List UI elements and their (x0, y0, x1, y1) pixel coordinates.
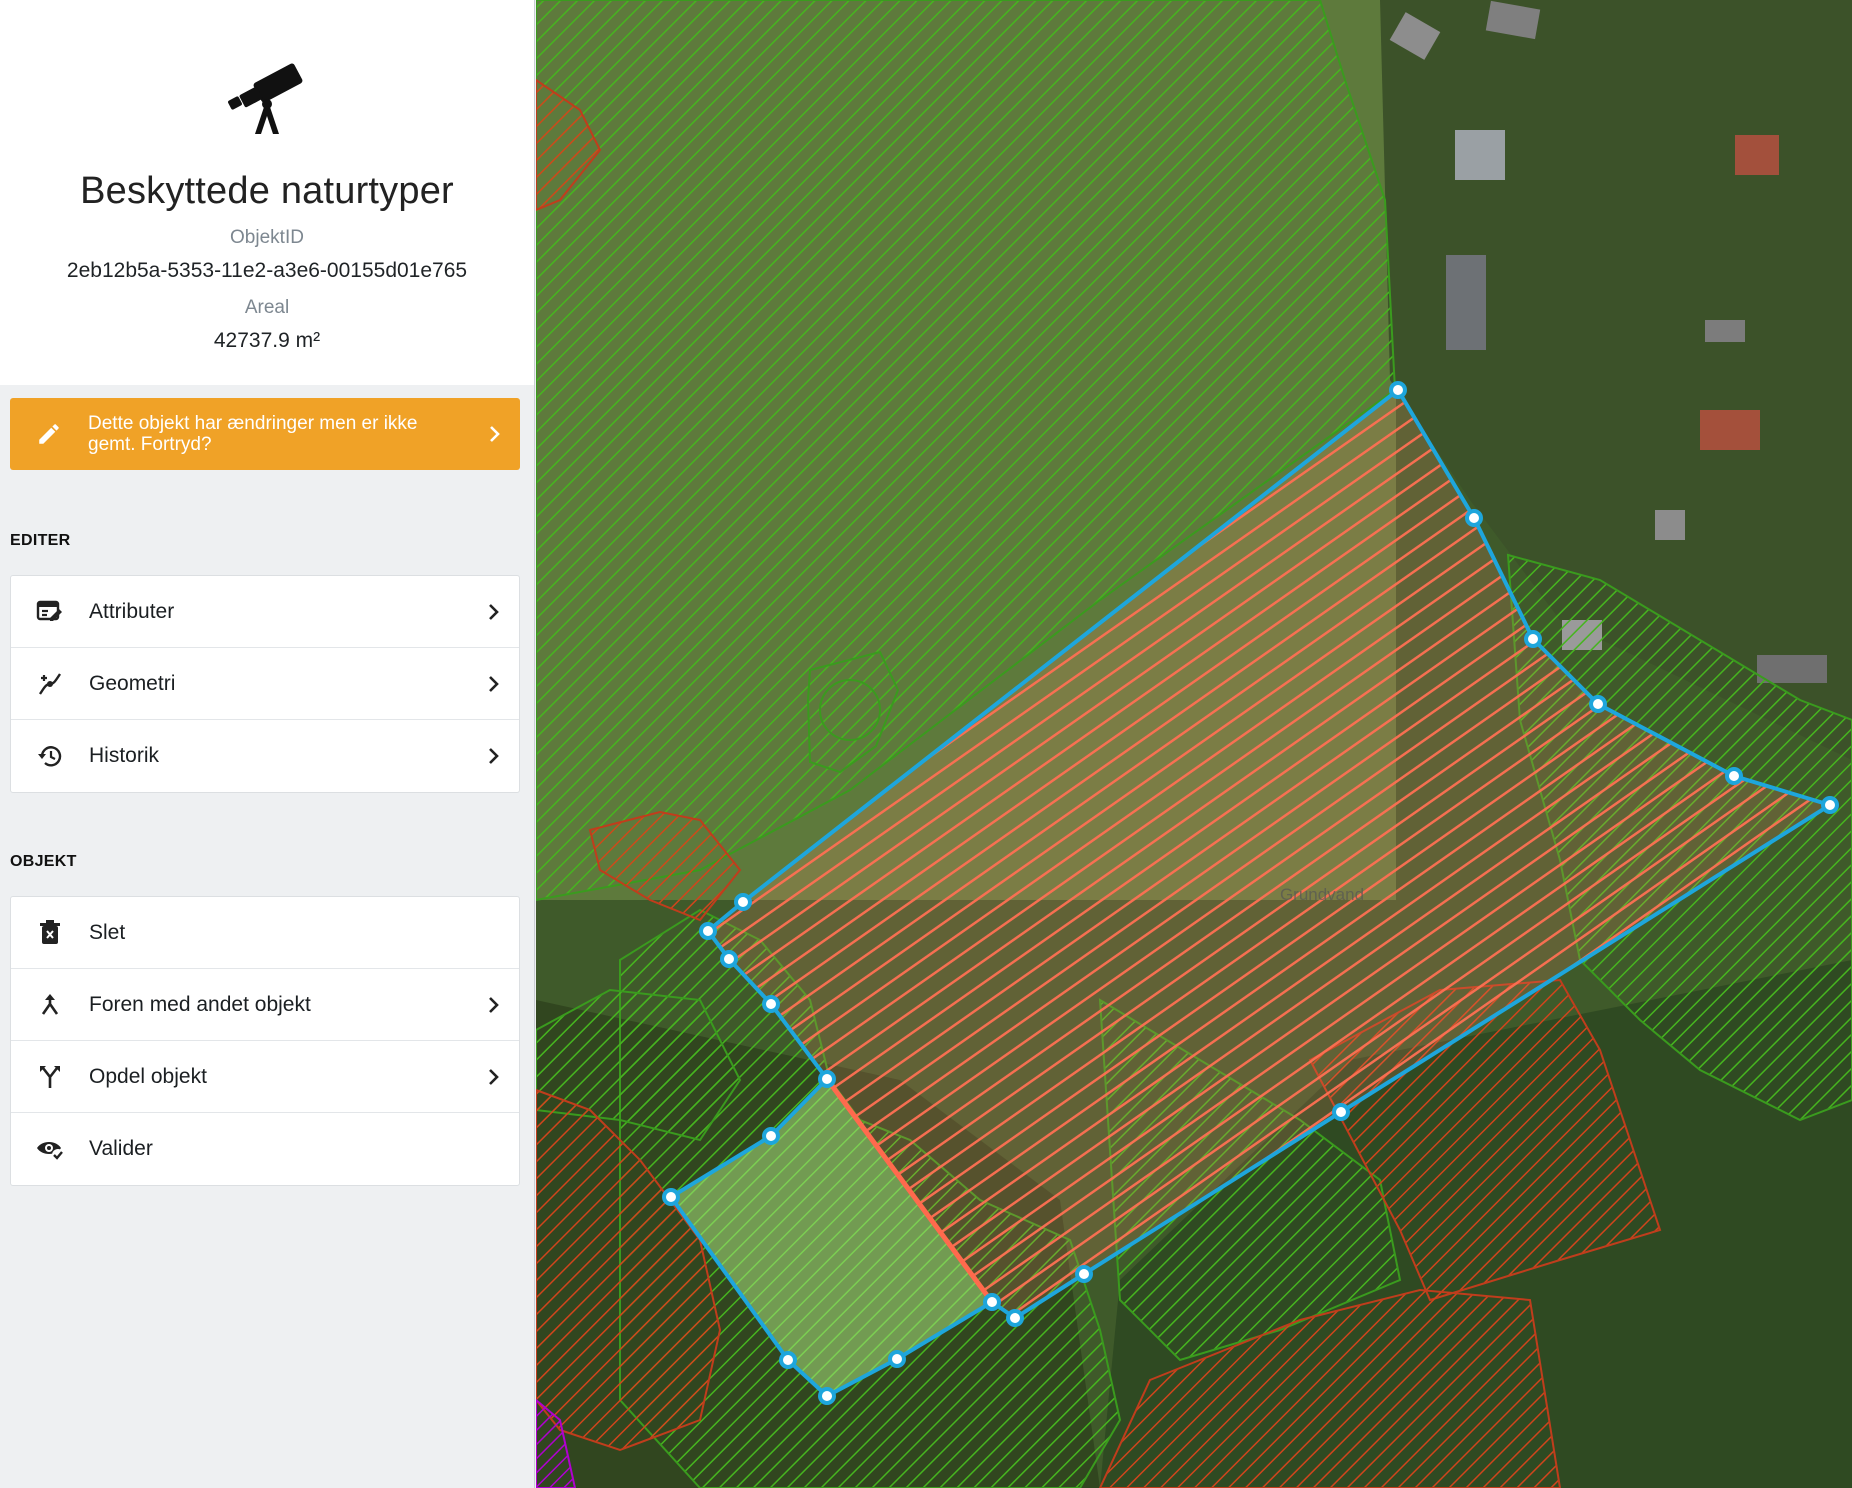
menu-item-geometry[interactable]: Geometri (11, 648, 519, 720)
vertex-handle (662, 1188, 680, 1206)
vertex-handle (1075, 1265, 1093, 1283)
vertex-handle (762, 995, 780, 1013)
chevron-right-icon (469, 746, 519, 766)
area-value: 42737.9 m² (213, 329, 321, 352)
vertex-handle (1006, 1309, 1024, 1327)
pencil-icon (10, 421, 88, 447)
vertex-handle (818, 1070, 836, 1088)
object-menu: Slet Foren med andet objekt Opdel objekt (10, 896, 520, 1186)
edit-menu: Attributer Geometri Historik (10, 575, 520, 793)
banner-text: Dette objekt har ændringer men er ikke g… (88, 413, 418, 455)
telescope-icon (228, 63, 303, 134)
menu-label-merge: Foren med andet objekt (89, 992, 311, 1016)
menu-label-split: Opdel objekt (89, 1064, 207, 1088)
vertex-handle (983, 1293, 1001, 1311)
map-feature-label: Grundvand (1280, 885, 1364, 904)
menu-label-geometry: Geometri (89, 671, 176, 695)
menu-label-history: Historik (89, 744, 160, 767)
menu-label-validate: Valider (89, 1137, 153, 1160)
vertex-handle (1465, 509, 1483, 527)
object-id-label: ObjektID (230, 227, 304, 248)
vertex-handle (1821, 796, 1839, 814)
attribute-edit-icon (11, 599, 89, 625)
menu-item-attributes[interactable]: Attributer (11, 576, 519, 648)
vertex-handle (1725, 767, 1743, 785)
validate-eye-icon (11, 1137, 89, 1161)
merge-icon (11, 992, 89, 1018)
history-icon (11, 743, 89, 769)
trash-icon (11, 919, 89, 946)
vertex-handle (762, 1127, 780, 1145)
menu-item-merge[interactable]: Foren med andet objekt (11, 969, 519, 1041)
area-label: Areal (244, 297, 290, 318)
map-canvas[interactable]: Grundvand (536, 0, 1852, 1488)
vertex-handle (720, 950, 738, 968)
vertex-handle (734, 893, 752, 911)
object-header: Beskyttede naturtyper ObjektID 2eb12b5a-… (0, 0, 534, 385)
edit-section-title: EDITER (10, 532, 71, 549)
vertex-handle (699, 922, 717, 940)
app-root: Beskyttede naturtyper ObjektID 2eb12b5a-… (0, 0, 1852, 1488)
vertex-handle (1332, 1103, 1350, 1121)
split-icon (11, 1064, 89, 1090)
menu-item-delete[interactable]: Slet (11, 897, 519, 969)
vertex-handle (1589, 695, 1607, 713)
menu-label-delete: Slet (89, 920, 126, 944)
vertex-handle (888, 1350, 906, 1368)
menu-label-attributes: Attributer (89, 599, 175, 623)
geometry-draw-icon (11, 670, 89, 698)
chevron-right-icon (469, 1067, 519, 1087)
vertex-handle (1524, 630, 1542, 648)
object-section-title: OBJEKT (10, 853, 77, 870)
chevron-right-icon (469, 995, 519, 1015)
chevron-right-icon (469, 602, 519, 622)
page-title: Beskyttede naturtyper (80, 170, 454, 212)
object-id-value: 2eb12b5a-5353-11e2-a3e6-00155d01e765 (66, 259, 468, 282)
vertex-handle (818, 1387, 836, 1405)
chevron-right-icon (470, 424, 520, 444)
menu-item-validate[interactable]: Valider (11, 1113, 519, 1185)
unsaved-changes-banner[interactable]: Dette objekt har ændringer men er ikke g… (10, 398, 520, 470)
menu-item-split[interactable]: Opdel objekt (11, 1041, 519, 1113)
vertex-handle (1389, 381, 1407, 399)
menu-item-history[interactable]: Historik (11, 720, 519, 792)
chevron-right-icon (469, 674, 519, 694)
vertex-handle (779, 1351, 797, 1369)
sidebar: Beskyttede naturtyper ObjektID 2eb12b5a-… (0, 0, 535, 1488)
map-view[interactable]: Grundvand (536, 0, 1852, 1488)
